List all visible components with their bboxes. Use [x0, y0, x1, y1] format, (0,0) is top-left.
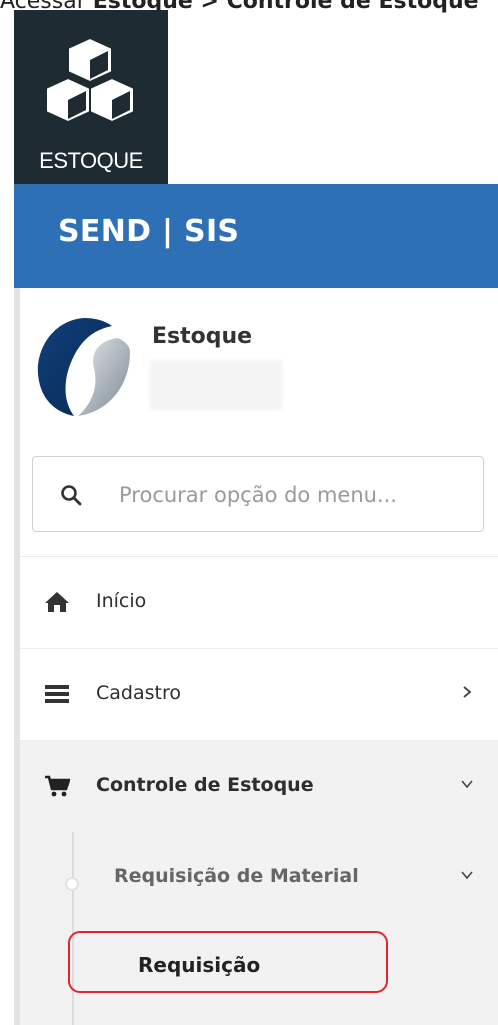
sidebar: Estoque Início Cadastro Cont — [14, 288, 498, 1025]
search-icon — [61, 485, 82, 506]
list-icon — [45, 685, 69, 703]
cubes-icon — [45, 36, 135, 124]
header-bar: SEND | SIS — [14, 184, 498, 288]
menu-item-controle-de-estoque[interactable]: Controle de Estoque — [20, 740, 498, 832]
submenu-requisicao-material-label: Requisição de Material — [114, 865, 359, 887]
search-input[interactable] — [117, 471, 471, 519]
menu-item-cadastro[interactable]: Cadastro — [20, 648, 498, 740]
company-logo — [37, 318, 130, 416]
menu-item-inicio[interactable]: Início — [20, 556, 498, 648]
menu-item-controle-label: Controle de Estoque — [96, 774, 314, 796]
menu-item-cadastro-label: Cadastro — [96, 682, 181, 704]
chevron-down-icon — [461, 871, 473, 880]
menu-search[interactable] — [32, 456, 484, 532]
tree-node-dot — [65, 877, 79, 891]
brand-title: SEND | SIS — [58, 214, 240, 249]
highlight-annotation — [68, 931, 388, 993]
profile-subtitle-redacted — [150, 360, 282, 410]
tree-connector-line — [72, 832, 74, 1025]
profile-name: Estoque — [152, 324, 253, 349]
cart-icon — [45, 775, 70, 797]
chevron-down-icon — [461, 780, 473, 789]
menu-item-inicio-label: Início — [96, 590, 147, 612]
submenu-item-requisicao-de-material[interactable]: Requisição de Material — [20, 832, 498, 924]
estoque-app-tile[interactable]: ESTOQUE — [14, 10, 168, 184]
home-icon — [45, 592, 69, 612]
chevron-right-icon — [463, 686, 472, 698]
caption-suffix: > Controle de Estoque — [192, 0, 479, 14]
app-tile-label: ESTOQUE — [39, 148, 143, 173]
